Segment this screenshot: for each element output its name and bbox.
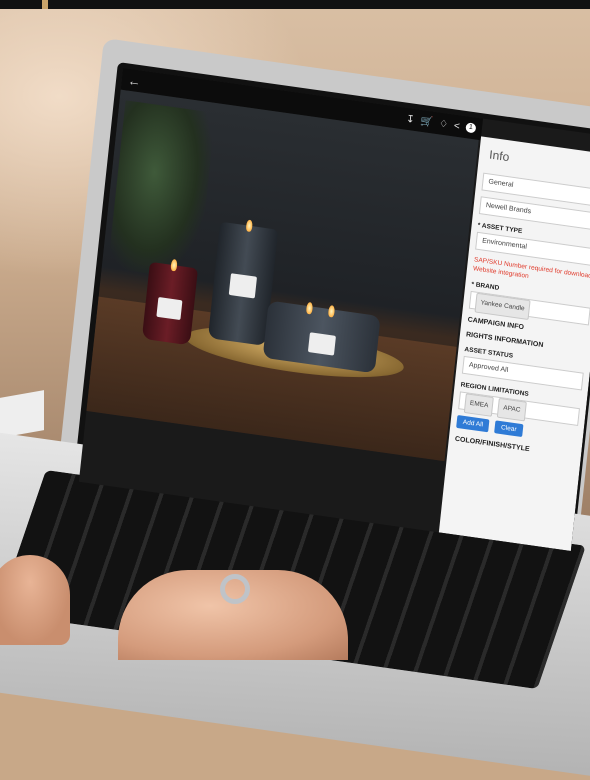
left-hand [0, 555, 70, 645]
share-icon[interactable]: < [453, 120, 460, 132]
ring [220, 574, 250, 604]
candle-label [228, 273, 258, 299]
top-strip [0, 0, 590, 9]
flame [170, 258, 178, 272]
brand-chip[interactable]: Yankee Candle [474, 292, 531, 320]
candle-red [141, 258, 199, 346]
flame [305, 301, 314, 315]
laptop-screen: ← ↧ 🛒 ♢ < 1 Info General Newell Brands *… [78, 68, 590, 551]
info-title: Info [488, 147, 511, 165]
phone-on-desk [0, 390, 44, 438]
flame [245, 219, 253, 233]
plant [107, 100, 216, 281]
accent-mark [42, 0, 48, 9]
download-icon[interactable]: ↧ [406, 113, 416, 125]
region-chip[interactable]: EMEA [463, 393, 495, 417]
badge-count: 1 [465, 122, 477, 134]
arrow-left-icon[interactable]: ← [127, 72, 142, 89]
candle-label [307, 332, 336, 356]
candle-label [156, 296, 183, 321]
add-all-button[interactable]: Add All [456, 415, 490, 433]
region-chip[interactable]: APAC [497, 397, 527, 422]
image-preview [86, 89, 479, 462]
clear-button[interactable]: Clear [494, 420, 524, 438]
bell-icon[interactable]: ♢ [438, 118, 448, 130]
flame [327, 304, 336, 318]
cart-icon[interactable]: 🛒 [420, 115, 434, 128]
